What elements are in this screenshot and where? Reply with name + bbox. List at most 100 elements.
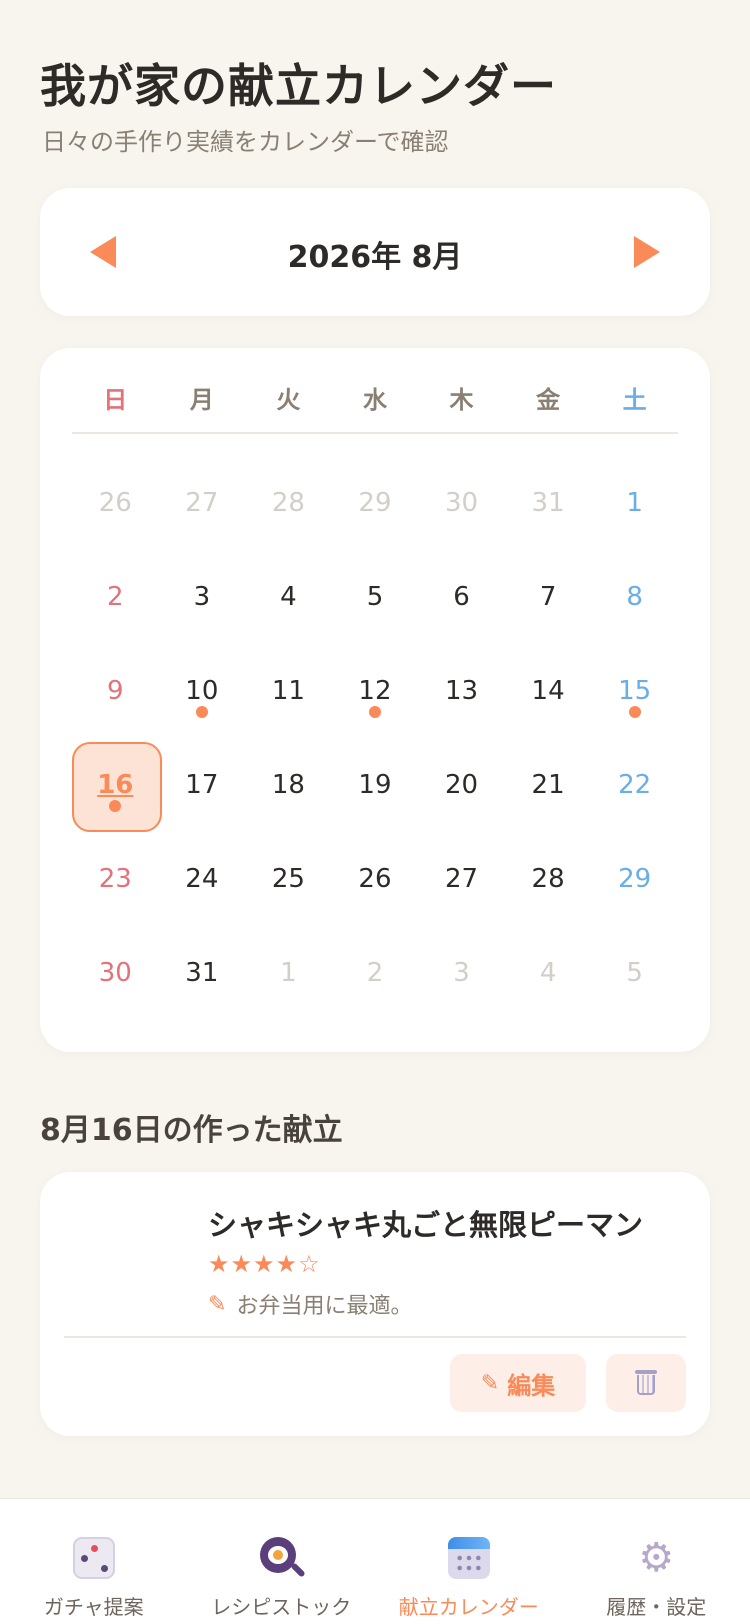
- calendar-day[interactable]: 24: [159, 832, 246, 926]
- current-month-label: 2026年 8月: [287, 240, 463, 275]
- calendar-day[interactable]: 1: [591, 456, 678, 550]
- calendar-day-selected[interactable]: 16: [72, 738, 162, 832]
- weekday-label: 土: [622, 386, 647, 414]
- dice-icon: [72, 1537, 115, 1579]
- day-number: 31: [185, 958, 219, 988]
- calendar-day[interactable]: 8: [591, 550, 678, 644]
- calendar-day[interactable]: 22: [591, 738, 678, 832]
- calendar-day[interactable]: 20: [418, 738, 505, 832]
- day-number: 4: [280, 582, 297, 612]
- meal-recorded-dot: [628, 706, 641, 718]
- calendar-day[interactable]: 2: [72, 550, 159, 644]
- day-number: 31: [531, 488, 565, 518]
- day-number: 28: [531, 864, 565, 894]
- meal-recorded-dot: [109, 800, 122, 812]
- day-number: 26: [98, 488, 132, 518]
- day-number: 29: [358, 488, 392, 518]
- day-number: 6: [453, 582, 470, 612]
- day-number: 14: [531, 676, 565, 706]
- calendar-day[interactable]: 26: [72, 456, 159, 550]
- calendar-days-grid: 26 27 28 29 30 31 1 2 3 4 5 6 7 8 9 10 11 12 13 14 15 16 17 18 1…: [72, 456, 678, 1020]
- frying-pan-icon: [260, 1537, 307, 1579]
- calendar-day[interactable]: 13: [418, 644, 505, 738]
- weekday-label: 木: [449, 386, 474, 414]
- weekday-label: 水: [362, 386, 387, 414]
- day-number: 2: [366, 958, 384, 988]
- calendar-day[interactable]: 23: [72, 832, 159, 926]
- tab-label: ガチャ提案: [43, 1595, 144, 1619]
- calendar-day[interactable]: 31: [159, 926, 246, 1020]
- day-number: 17: [185, 770, 219, 800]
- edit-button[interactable]: ✎ 編集: [450, 1354, 586, 1412]
- delete-button[interactable]: [606, 1354, 686, 1412]
- calendar-day[interactable]: 18: [245, 738, 332, 832]
- calendar-day[interactable]: 14: [505, 644, 592, 738]
- calendar-day[interactable]: 30: [72, 926, 159, 1020]
- day-number: 10: [185, 676, 219, 706]
- day-number: 27: [444, 864, 479, 894]
- calendar-day[interactable]: 12: [332, 644, 419, 738]
- tab-recipe-stock[interactable]: レシピストック: [188, 1499, 376, 1624]
- calendar-day[interactable]: 10: [159, 644, 246, 738]
- calendar-day[interactable]: 29: [332, 456, 419, 550]
- tab-gacha[interactable]: ガチャ提案: [0, 1499, 188, 1624]
- calendar-day[interactable]: 25: [245, 832, 332, 926]
- calendar-day[interactable]: 21: [505, 738, 592, 832]
- meal-rating-stars: ★★★★☆: [208, 1250, 321, 1278]
- day-number: 27: [185, 488, 219, 518]
- calendar-day[interactable]: 5: [591, 926, 678, 1020]
- day-number: 30: [444, 488, 479, 518]
- calendar-day[interactable]: 28: [505, 832, 592, 926]
- meal-memo: ✎ お弁当用に最適。: [208, 1288, 412, 1320]
- calendar-icon: [447, 1537, 490, 1579]
- tab-label: 履歴・設定: [606, 1595, 707, 1619]
- day-number: 3: [193, 582, 211, 612]
- meal-card: シャキシャキ丸ごと無限ピーマン ★★★★☆ ✎ お弁当用に最適。 ✎ 編集: [40, 1172, 710, 1436]
- calendar-day[interactable]: 30: [418, 456, 505, 550]
- calendar-day[interactable]: 17: [159, 738, 246, 832]
- tab-history-settings[interactable]: ⚙ 履歴・設定: [563, 1499, 750, 1624]
- month-navigator: 2026年 8月: [40, 188, 710, 316]
- day-number: 11: [271, 676, 305, 706]
- day-number: 29: [618, 864, 652, 894]
- calendar-day[interactable]: 28: [245, 456, 332, 550]
- calendar-day[interactable]: 26: [332, 832, 419, 926]
- gear-icon: ⚙: [638, 1535, 675, 1581]
- calendar-day[interactable]: 29: [591, 832, 678, 926]
- day-number: 2: [107, 582, 124, 612]
- next-month-button[interactable]: [634, 236, 660, 268]
- edit-button-label: 編集: [507, 1371, 556, 1400]
- day-number: 30: [98, 958, 132, 988]
- tab-meal-calendar[interactable]: 献立カレンダー: [375, 1499, 563, 1624]
- weekday-label: 火: [276, 386, 301, 414]
- calendar-day[interactable]: 5: [332, 550, 419, 644]
- calendar-day[interactable]: 4: [245, 550, 332, 644]
- calendar-day[interactable]: 27: [159, 456, 246, 550]
- calendar-day[interactable]: 9: [72, 644, 159, 738]
- day-number: 13: [444, 676, 479, 706]
- calendar-day[interactable]: 11: [245, 644, 332, 738]
- day-number: 1: [626, 488, 643, 518]
- calendar-day[interactable]: 7: [505, 550, 592, 644]
- calendar-day[interactable]: 3: [418, 926, 505, 1020]
- divider: [64, 1336, 686, 1338]
- tab-label: 献立カレンダー: [398, 1595, 539, 1619]
- weekday-label: 月: [189, 386, 214, 414]
- day-number: 5: [626, 958, 643, 988]
- calendar-day[interactable]: 3: [159, 550, 246, 644]
- calendar-day[interactable]: 1: [245, 926, 332, 1020]
- calendar-day[interactable]: 19: [332, 738, 419, 832]
- day-number: 25: [271, 864, 305, 894]
- calendar-day[interactable]: 2: [332, 926, 419, 1020]
- meal-memo-text: お弁当用に最適。: [236, 1294, 413, 1319]
- calendar-day[interactable]: 31: [505, 456, 592, 550]
- calendar-day[interactable]: 6: [418, 550, 505, 644]
- weekday-label: 日: [103, 386, 128, 414]
- weekday-label: 金: [536, 386, 561, 414]
- day-number: 24: [185, 864, 219, 894]
- pencil-icon: ✎: [480, 1370, 500, 1396]
- selected-day-title: 8月16日の作った献立: [40, 1113, 343, 1148]
- calendar-day[interactable]: 15: [591, 644, 678, 738]
- calendar-day[interactable]: 27: [418, 832, 505, 926]
- calendar-day[interactable]: 4: [505, 926, 592, 1020]
